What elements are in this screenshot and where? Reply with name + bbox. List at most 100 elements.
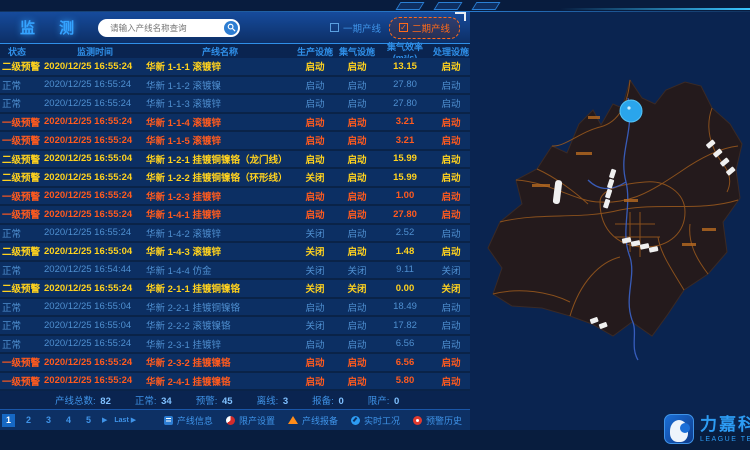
cell-treat: 启动 — [432, 244, 470, 258]
cell-time: 2020/12/25 16:55:24 — [44, 338, 146, 349]
cell-gas: 启动 — [336, 152, 378, 166]
table-row[interactable]: 一级预警2020/12/25 16:55:24华新 1-1-5 滚镀锌启动启动3… — [0, 132, 470, 151]
deco-shape — [396, 2, 425, 10]
summary-item: 预警: 45 — [196, 393, 233, 407]
cell-name: 华新 2-2-2 滚镀镍铬 — [146, 318, 294, 332]
table-row[interactable]: 二级预警2020/12/25 16:55:04华新 1-2-1 挂镀铜镍铬（龙门… — [0, 151, 470, 170]
limit-production-button[interactable]: 限产设置 — [226, 414, 275, 427]
table-row[interactable]: 正常2020/12/25 16:55:24华新 1-1-3 滚镀锌启动启动27.… — [0, 95, 470, 114]
cell-time: 2020/12/25 16:55:24 — [44, 375, 146, 386]
cell-status: 正常 — [0, 226, 44, 240]
cell-eff: 15.99 — [378, 172, 432, 183]
alarm-history-icon — [413, 416, 422, 425]
alarm-history-button[interactable]: 预警历史 — [413, 414, 462, 427]
cell-treat: 启动 — [432, 133, 470, 147]
summary-item: 报备: 0 — [312, 393, 344, 407]
summary-bar: 产线总数: 82正常: 34预警: 45离线: 3报备: 0限产: 0 — [0, 392, 470, 408]
page-button-4[interactable]: 4 — [62, 414, 75, 427]
cell-gas: 启动 — [336, 78, 378, 92]
cell-eff: 27.80 — [378, 98, 432, 109]
table-row[interactable]: 二级预警2020/12/25 16:55:24华新 1-1-1 滚镀锌启动启动1… — [0, 58, 470, 77]
map-marker[interactable] — [620, 100, 642, 122]
table-row[interactable]: 二级预警2020/12/25 16:55:24华新 2-1-1 挂镀铜镍铬关闭关… — [0, 280, 470, 299]
page-title: 监 测 — [20, 17, 84, 38]
cell-gas: 启动 — [336, 337, 378, 351]
table-row[interactable]: 一级预警2020/12/25 16:55:24华新 2-4-1 挂镀镍铬启动启动… — [0, 373, 470, 392]
cell-gas: 启动 — [336, 96, 378, 110]
line-report-button[interactable]: 产线报备 — [288, 414, 338, 427]
cell-time: 2020/12/25 16:55:04 — [44, 301, 146, 312]
phase1-checkbox[interactable]: 一期产线 — [330, 21, 381, 35]
cell-prod: 启动 — [294, 300, 336, 314]
cell-treat: 关闭 — [432, 263, 470, 277]
cell-treat: 关闭 — [432, 281, 470, 295]
cell-prod: 启动 — [294, 337, 336, 351]
cell-time: 2020/12/25 16:55:04 — [44, 246, 146, 257]
summary-item: 产线总数: 82 — [55, 393, 111, 407]
table-row[interactable]: 正常2020/12/25 16:55:04华新 2-2-1 挂镀铜镍铬启动启动1… — [0, 299, 470, 318]
district-map[interactable] — [480, 52, 750, 398]
cell-gas: 启动 — [336, 374, 378, 388]
table-row[interactable]: 一级预警2020/12/25 16:55:24华新 1-2-3 挂镀锌启动启动1… — [0, 188, 470, 207]
cell-status: 二级预警 — [0, 281, 44, 295]
cell-gas: 启动 — [336, 318, 378, 332]
cell-treat: 启动 — [432, 337, 470, 351]
phase2-label: 二期产线 — [412, 21, 450, 35]
cell-status: 正常 — [0, 318, 44, 332]
cell-name: 华新 2-2-1 挂镀铜镍铬 — [146, 300, 294, 314]
deco-shape — [434, 2, 463, 10]
next-page-button[interactable]: ▶ — [102, 416, 107, 424]
corner-bracket-decor — [455, 12, 466, 21]
cell-eff: 6.56 — [378, 338, 432, 349]
page-button-1[interactable]: 1 — [2, 414, 15, 427]
cell-prod: 启动 — [294, 207, 336, 221]
table-row[interactable]: 正常2020/12/25 16:55:04华新 2-2-2 滚镀镍铬关闭启动17… — [0, 317, 470, 336]
cell-status: 正常 — [0, 337, 44, 351]
table-row[interactable]: 二级预警2020/12/25 16:55:24华新 1-2-2 挂镀铜镍铬（环形… — [0, 169, 470, 188]
column-header: 状态 — [0, 45, 44, 58]
cell-eff: 18.49 — [378, 301, 432, 312]
last-page-button[interactable]: Last ▶ — [114, 416, 136, 424]
page-button-3[interactable]: 3 — [42, 414, 55, 427]
cell-prod: 启动 — [294, 133, 336, 147]
page-button-5[interactable]: 5 — [82, 414, 95, 427]
line-info-button[interactable]: 产线信息 — [164, 414, 213, 427]
brand-logo: 力嘉科技 LEAGUE TECH — [664, 414, 750, 444]
search-input[interactable] — [108, 22, 224, 34]
cell-status: 二级预警 — [0, 59, 44, 73]
cell-prod: 关闭 — [294, 318, 336, 332]
table-row[interactable]: 正常2020/12/25 16:54:44华新 1-4-4 仿金关闭关闭9.11… — [0, 262, 470, 281]
cell-time: 2020/12/25 16:55:24 — [44, 190, 146, 201]
cell-prod: 启动 — [294, 78, 336, 92]
cell-treat: 启动 — [432, 152, 470, 166]
cell-name: 华新 1-1-3 滚镀锌 — [146, 96, 294, 110]
cell-prod: 启动 — [294, 96, 336, 110]
action-label: 产线报备 — [302, 414, 338, 427]
line-report-icon — [288, 416, 298, 424]
table-row[interactable]: 正常2020/12/25 16:55:24华新 1-4-2 滚镀锌关闭启动2.5… — [0, 225, 470, 244]
search-icon[interactable] — [224, 21, 238, 35]
cell-status: 二级预警 — [0, 170, 44, 184]
phase2-button[interactable]: ✓ 二期产线 — [389, 17, 460, 39]
column-header: 监测时间 — [44, 45, 146, 58]
table-row[interactable]: 正常2020/12/25 16:55:24华新 1-1-2 滚镀镍启动启动27.… — [0, 77, 470, 96]
cell-treat: 启动 — [432, 226, 470, 240]
table-row[interactable]: 正常2020/12/25 16:55:24华新 2-3-1 挂镀锌启动启动6.5… — [0, 336, 470, 355]
action-label: 产线信息 — [177, 414, 213, 427]
cell-time: 2020/12/25 16:55:24 — [44, 116, 146, 127]
table-row[interactable]: 一级预警2020/12/25 16:55:24华新 2-3-2 挂镀镍铬启动启动… — [0, 354, 470, 373]
table-row[interactable]: 一级预警2020/12/25 16:55:24华新 1-1-4 滚镀锌启动启动3… — [0, 114, 470, 133]
table-row[interactable]: 二级预警2020/12/25 16:55:04华新 1-4-3 滚镀锌关闭启动1… — [0, 243, 470, 262]
cell-time: 2020/12/25 16:55:24 — [44, 283, 146, 294]
cell-status: 一级预警 — [0, 374, 44, 388]
cell-gas: 启动 — [336, 133, 378, 147]
realtime-status-button[interactable]: 实时工况 — [351, 414, 400, 427]
cell-time: 2020/12/25 16:54:44 — [44, 264, 146, 275]
table-row[interactable]: 一级预警2020/12/25 16:55:24华新 1-4-1 挂镀锌启动启动2… — [0, 206, 470, 225]
checkbox-unchecked-icon — [330, 23, 339, 32]
cell-name: 华新 1-2-2 挂镀铜镍铬（环形线） — [146, 170, 294, 184]
cell-name: 华新 2-3-2 挂镀镍铬 — [146, 355, 294, 369]
page-button-2[interactable]: 2 — [22, 414, 35, 427]
action-label: 限产设置 — [239, 414, 275, 427]
cell-status: 正常 — [0, 300, 44, 314]
